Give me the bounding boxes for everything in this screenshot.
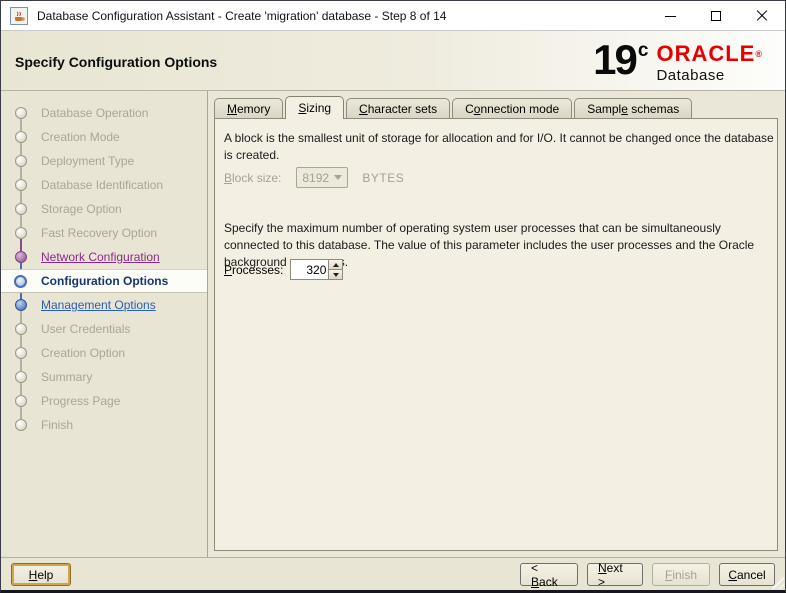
cancel-button[interactable]: Cancel [719, 563, 775, 586]
oracle-19c-database-logo: 19 c ORACLE® Database [593, 39, 763, 84]
tab-character-sets[interactable]: Character sets [346, 98, 450, 119]
tab-sample-schemas[interactable]: Sample schemas [574, 98, 692, 119]
sidebar-step-database-identification: Database Identification [1, 173, 207, 197]
close-button[interactable] [739, 1, 785, 31]
sidebar-step-creation-mode: Creation Mode [1, 125, 207, 149]
maximize-button[interactable] [693, 1, 739, 31]
step-bullet-icon [14, 275, 27, 288]
processes-label: Processes: [224, 263, 283, 277]
sidebar-step-finish: Finish [1, 413, 207, 437]
processes-input[interactable] [290, 259, 328, 280]
window-title: Database Configuration Assistant - Creat… [37, 9, 446, 23]
window-controls [647, 1, 785, 31]
logo-edition: c [638, 41, 649, 60]
sidebar-step-user-credentials: User Credentials [1, 317, 207, 341]
tab-connection-mode[interactable]: Connection mode [452, 98, 572, 119]
content-area: Memory Sizing Character sets Connection … [209, 91, 785, 557]
block-size-value: 8192 [297, 171, 334, 185]
block-size-label: Block size: [224, 171, 281, 185]
arrow-down-icon [333, 273, 339, 277]
logo-product: Database [656, 67, 763, 84]
step-bullet-icon [15, 395, 27, 407]
button-bar: Help < Back Next > Finish Cancel [1, 557, 785, 590]
maximize-icon [711, 11, 721, 21]
arrow-up-icon [333, 263, 339, 267]
sidebar-step-progress-page: Progress Page [1, 389, 207, 413]
finish-button: Finish [652, 563, 710, 586]
back-button[interactable]: < Back [520, 563, 578, 586]
sidebar-step-configuration-options: Configuration Options [1, 269, 207, 293]
step-bullet-icon [15, 155, 27, 167]
minimize-button[interactable] [647, 1, 693, 31]
tab-strip: Memory Sizing Character sets Connection … [214, 97, 778, 119]
sidebar-step-management-options[interactable]: Management Options [1, 293, 207, 317]
spinner-buttons [328, 259, 343, 280]
oracle-wordmark: ORACLE® [656, 41, 763, 66]
sidebar-step-summary: Summary [1, 365, 207, 389]
step-bullet-icon [15, 419, 27, 431]
next-button[interactable]: Next > [587, 563, 643, 586]
step-bullet-icon [15, 131, 27, 143]
block-size-unit: BYTES [362, 171, 404, 185]
block-size-row: Block size: 8192 BYTES [224, 167, 404, 188]
spinner-up-button[interactable] [328, 259, 343, 270]
step-bullet-icon [15, 323, 27, 335]
dropdown-arrow-icon [334, 175, 342, 180]
sidebar-step-database-operation: Database Operation [1, 101, 207, 125]
registered-mark: ® [755, 49, 763, 59]
close-icon [756, 10, 768, 22]
java-cup-glyph [13, 10, 25, 22]
logo-version: 19 [593, 39, 636, 81]
resize-grip[interactable] [772, 577, 784, 589]
steps-list: Database Operation Creation Mode Deploym… [1, 101, 207, 437]
tab-memory[interactable]: Memory [214, 98, 283, 119]
tab-sizing[interactable]: Sizing [285, 96, 344, 119]
step-bullet-icon [15, 371, 27, 383]
help-button[interactable]: Help [11, 563, 71, 586]
sizing-tab-panel: A block is the smallest unit of storage … [214, 118, 778, 551]
processes-spinner [290, 259, 343, 280]
dbca-window: Database Configuration Assistant - Creat… [0, 0, 786, 593]
sidebar-step-storage-option: Storage Option [1, 197, 207, 221]
title-bar: Database Configuration Assistant - Creat… [1, 1, 785, 31]
processes-row: Processes: [224, 259, 343, 280]
step-bullet-icon [15, 299, 27, 311]
step-bullet-icon [15, 179, 27, 191]
wizard-steps-sidebar: Database Operation Creation Mode Deploym… [1, 91, 208, 557]
block-size-dropdown: 8192 [296, 167, 348, 188]
sidebar-step-fast-recovery-option: Fast Recovery Option [1, 221, 207, 245]
java-app-icon [10, 7, 28, 25]
page-title: Specify Configuration Options [15, 54, 217, 70]
sidebar-step-deployment-type: Deployment Type [1, 149, 207, 173]
spinner-down-button[interactable] [328, 270, 343, 280]
minimize-icon [665, 16, 676, 17]
step-bullet-icon [15, 347, 27, 359]
step-bullet-icon [15, 227, 27, 239]
wizard-header: Specify Configuration Options 19 c ORACL… [1, 31, 785, 91]
sidebar-step-network-configuration[interactable]: Network Configuration [1, 245, 207, 269]
step-bullet-icon [15, 251, 27, 263]
step-bullet-icon [15, 203, 27, 215]
block-size-description: A block is the smallest unit of storage … [224, 130, 776, 164]
step-bullet-icon [15, 107, 27, 119]
sidebar-step-creation-option: Creation Option [1, 341, 207, 365]
